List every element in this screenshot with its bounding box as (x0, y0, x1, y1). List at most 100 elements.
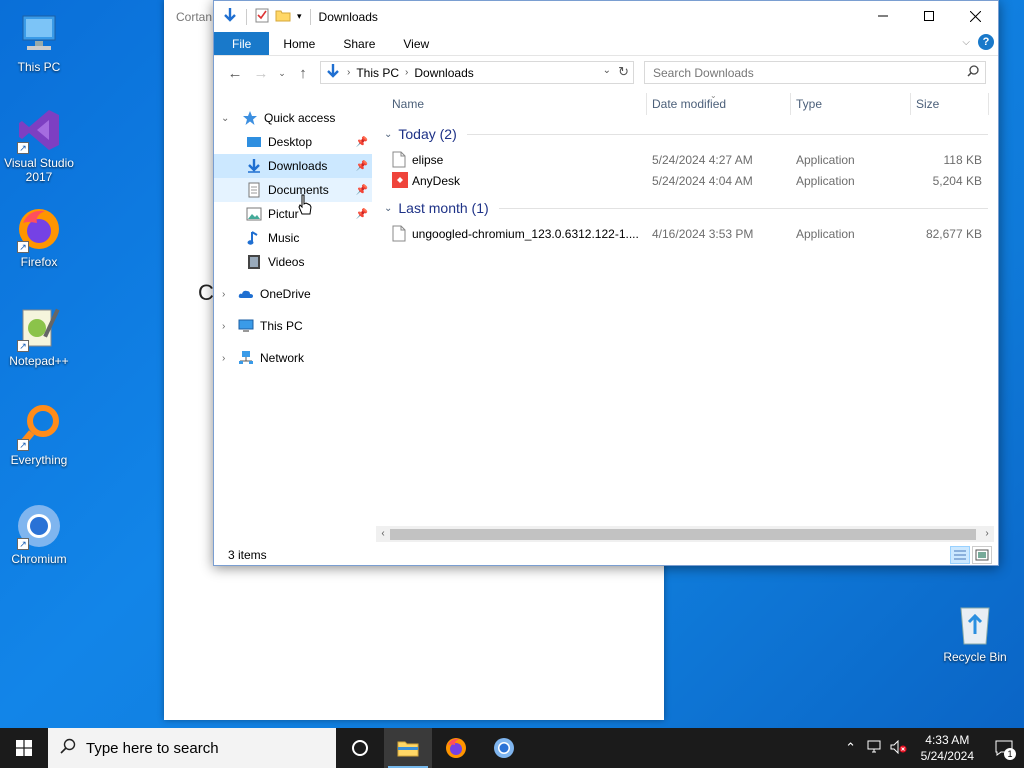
back-button[interactable]: ← (222, 65, 248, 82)
column-divider[interactable] (988, 93, 989, 115)
large-icons-view-button[interactable] (972, 546, 992, 564)
pin-icon[interactable]: 📌 (356, 209, 368, 220)
start-button[interactable] (0, 728, 48, 768)
taskbar-clock[interactable]: 4:33 AM 5/24/2024 (911, 732, 984, 764)
desktop-icon-notepadpp[interactable]: ↗ Notepad++ (0, 304, 78, 368)
large-icons-view-icon (975, 549, 989, 561)
nav-this-pc[interactable]: › This PC (214, 314, 372, 338)
tab-view[interactable]: View (389, 32, 443, 55)
minimize-button[interactable] (860, 1, 906, 31)
column-divider[interactable] (646, 93, 647, 115)
nav-videos[interactable]: Videos (214, 250, 372, 274)
expand-ribbon-chevron-icon[interactable]: ⌵ (962, 37, 970, 48)
breadcrumb-chevron-icon[interactable]: › (347, 67, 350, 78)
help-icon[interactable]: ? (978, 34, 994, 50)
file-date: 4/16/2024 3:53 PM (652, 227, 754, 241)
horizontal-scrollbar[interactable]: ‹ › (376, 526, 994, 542)
taskbar-chromium[interactable] (480, 728, 528, 768)
new-folder-icon[interactable] (275, 7, 291, 26)
address-row: ← → ⌄ ↑ › This PC › Downloads ⌄ ↻ Search… (214, 59, 998, 87)
file-row[interactable]: ungoogled-chromium_123.0.6312.122-1.... … (392, 224, 988, 244)
desktop-icon-this-pc[interactable]: This PC (0, 10, 78, 74)
breadcrumb-downloads[interactable]: Downloads (414, 66, 473, 80)
column-header-type[interactable]: Type (796, 97, 822, 111)
expand-chevron-right-icon[interactable]: › (222, 353, 225, 364)
address-dropdown-icon[interactable]: ⌄ (603, 65, 611, 76)
tab-home[interactable]: Home (269, 32, 329, 55)
group-header-today[interactable]: ⌄ Today (2) (380, 124, 988, 144)
title-bar[interactable]: ▾ Downloads (214, 1, 998, 32)
tab-share[interactable]: Share (329, 32, 389, 55)
expand-chevron-right-icon[interactable]: › (222, 289, 225, 300)
column-header-name[interactable]: Name (392, 97, 424, 111)
background-window-title: Cortan (176, 10, 213, 24)
recycle-bin-icon (951, 600, 999, 648)
downloads-folder-icon (246, 158, 262, 174)
file-row[interactable]: elipse 5/24/2024 4:27 AM Application 118… (392, 150, 988, 170)
column-divider[interactable] (910, 93, 911, 115)
nav-documents[interactable]: Documents 📌 (214, 178, 372, 202)
nav-onedrive[interactable]: › OneDrive (214, 282, 372, 306)
up-button[interactable]: ↑ (290, 65, 316, 82)
desktop-icon-recycle-bin[interactable]: Recycle Bin (936, 600, 1014, 664)
refresh-icon[interactable]: ↻ (618, 64, 629, 80)
nav-music[interactable]: Music (214, 226, 372, 250)
breadcrumb-this-pc[interactable]: This PC (356, 66, 399, 80)
shortcut-arrow-icon: ↗ (17, 142, 29, 154)
column-divider[interactable] (790, 93, 791, 115)
breadcrumb-chevron-icon[interactable]: › (405, 67, 408, 78)
close-button[interactable] (952, 1, 998, 31)
desktop-icon-firefox[interactable]: ↗ Firefox (0, 205, 78, 269)
nav-downloads[interactable]: Downloads 📌 (214, 154, 372, 178)
customize-toolbar-dropdown-icon[interactable]: ▾ (297, 11, 302, 22)
column-headers: Name Date modified ⌄ Type Size (384, 91, 990, 115)
toolbar-separator (246, 8, 247, 25)
forward-button[interactable]: → (248, 65, 274, 82)
scroll-left-icon[interactable]: ‹ (376, 526, 390, 542)
taskbar-search-box[interactable]: Type here to search (48, 728, 336, 768)
nav-desktop[interactable]: Desktop 📌 (214, 130, 372, 154)
desktop-icon-label: This PC (17, 60, 61, 74)
properties-icon[interactable] (255, 7, 269, 26)
status-bar: 3 items (214, 544, 998, 566)
taskbar-file-explorer[interactable] (384, 728, 432, 768)
scrollbar-thumb[interactable] (390, 529, 976, 540)
address-bar[interactable]: › This PC › Downloads ⌄ ↻ (320, 61, 634, 84)
details-view-button[interactable] (950, 546, 970, 564)
recent-locations-chevron-icon[interactable]: ⌄ (274, 68, 290, 79)
maximize-icon (924, 11, 934, 21)
task-view-button[interactable] (336, 728, 384, 768)
collapse-chevron-down-icon[interactable]: ⌄ (384, 203, 392, 214)
quick-access-toolbar: ▾ (214, 7, 313, 26)
collapse-chevron-down-icon[interactable]: ⌄ (384, 129, 392, 140)
maximize-button[interactable] (906, 1, 952, 31)
expand-chevron-right-icon[interactable]: › (222, 321, 225, 332)
file-name: AnyDesk (412, 174, 461, 188)
nav-quick-access[interactable]: ⌄ Quick access (214, 106, 372, 130)
navigation-pane[interactable]: ⌄ Quick access Desktop 📌 Downloads 📌 Doc… (214, 93, 372, 533)
pin-icon[interactable]: 📌 (356, 161, 368, 172)
taskbar: Type here to search ⌃ 4:33 AM 5/24/2024 … (0, 728, 1024, 768)
show-hidden-icons-chevron-icon[interactable]: ⌃ (839, 740, 863, 756)
file-explorer-window[interactable]: ▾ Downloads File Home Share View ⌵ ? ← → (213, 0, 999, 566)
taskbar-firefox[interactable] (432, 728, 480, 768)
desktop-icon-visual-studio[interactable]: ↗ Visual Studio 2017 (0, 106, 78, 184)
shortcut-arrow-icon: ↗ (17, 538, 29, 550)
desktop-icon-chromium[interactable]: ↗ Chromium (0, 502, 78, 566)
pin-icon[interactable]: 📌 (356, 137, 368, 148)
column-header-size[interactable]: Size (916, 97, 939, 111)
tab-file[interactable]: File (214, 32, 270, 55)
group-header-last-month[interactable]: ⌄ Last month (1) (380, 198, 988, 218)
volume-muted-icon[interactable] (887, 739, 911, 757)
expand-chevron-down-icon[interactable]: ⌄ (221, 113, 229, 124)
desktop-icon-everything[interactable]: ↗ Everything (0, 403, 78, 467)
search-input[interactable]: Search Downloads (644, 61, 986, 84)
shortcut-arrow-icon: ↗ (17, 340, 29, 352)
pin-icon[interactable]: 📌 (356, 185, 368, 196)
scroll-right-icon[interactable]: › (980, 526, 994, 542)
nav-pictures[interactable]: Pictur 📌 (214, 202, 372, 226)
action-center-button[interactable]: 1 (984, 728, 1024, 768)
file-row[interactable]: AnyDesk 5/24/2024 4:04 AM Application 5,… (392, 171, 988, 191)
network-status-icon[interactable] (863, 740, 887, 757)
nav-network[interactable]: › Network (214, 346, 372, 370)
